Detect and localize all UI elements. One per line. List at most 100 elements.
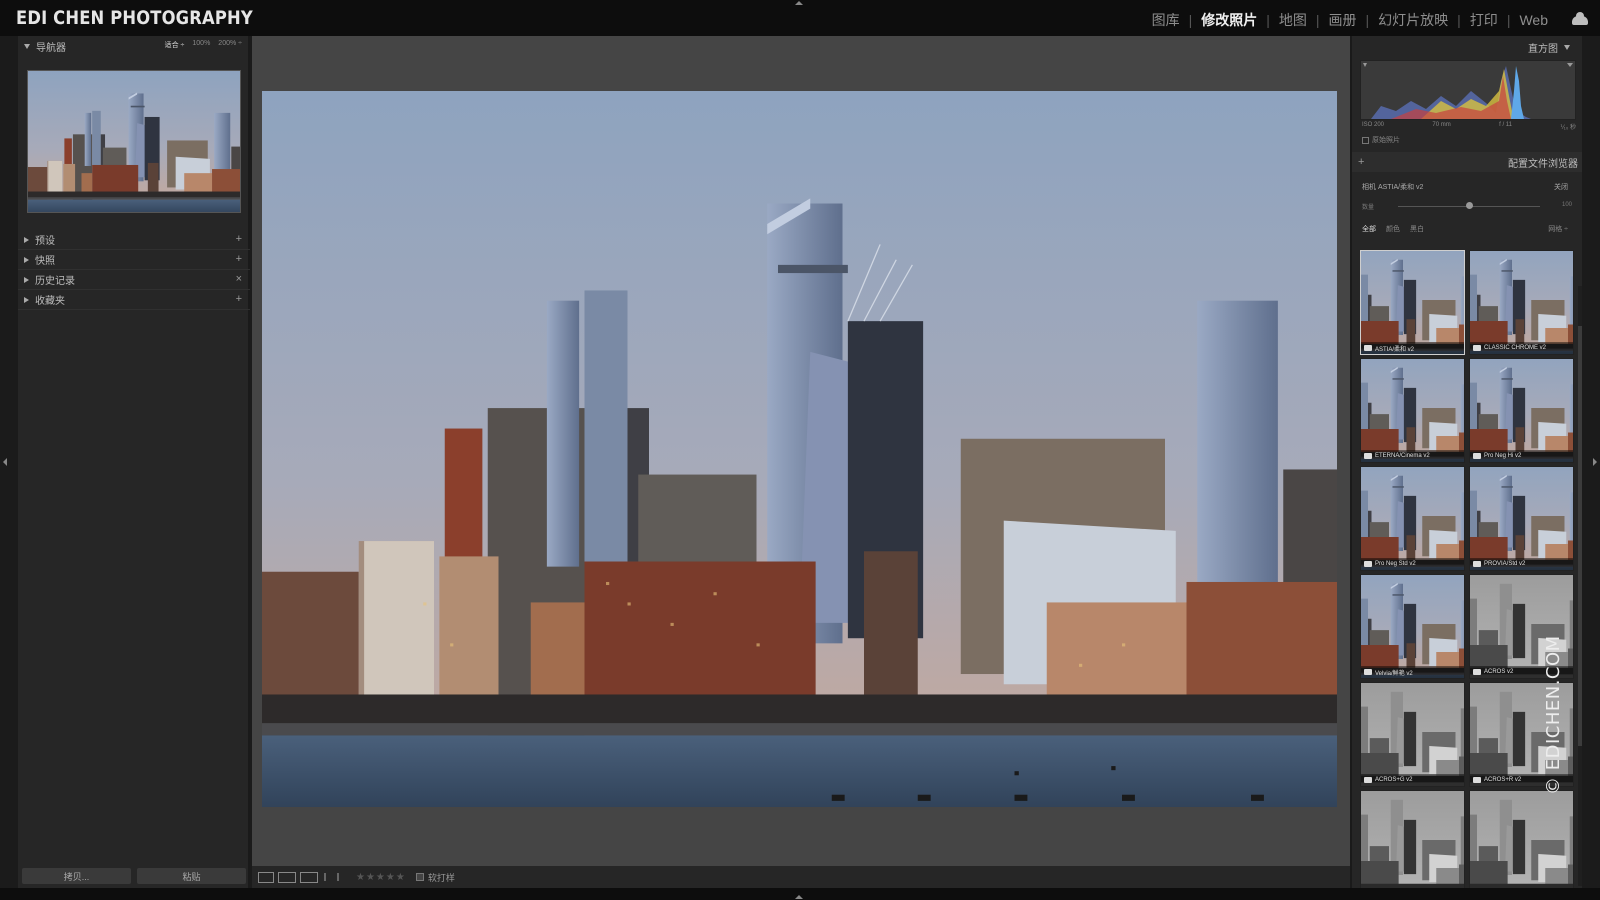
module-tab[interactable]: 打印: [1468, 10, 1500, 30]
section-action-icon[interactable]: +: [236, 253, 242, 265]
camera-icon: [1473, 561, 1481, 567]
original-photo-toggle[interactable]: 原始照片: [1362, 135, 1400, 145]
module-tab[interactable]: 修改照片: [1199, 10, 1259, 30]
camera-icon: [1473, 669, 1481, 675]
profile-scrollbar-thumb[interactable]: [1578, 326, 1582, 746]
profile-browser-header: + 配置文件浏览器: [1352, 152, 1582, 172]
softproof-label: 软打样: [427, 872, 455, 883]
star-rating[interactable]: ★★★★★: [356, 872, 406, 883]
module-tab[interactable]: 地图: [1277, 10, 1309, 30]
profile-label: Pro Neg Hi v2: [1484, 453, 1522, 459]
profile-thumbnail-image: [1470, 467, 1573, 570]
filter-bw[interactable]: 黑白: [1410, 224, 1424, 234]
profile-thumbnail[interactable]: [1360, 790, 1465, 888]
before-after-icon[interactable]: [278, 871, 296, 883]
navigator-header[interactable]: 导航器 适合 ÷ 100% 200% ÷: [18, 36, 248, 56]
histogram[interactable]: [1360, 60, 1576, 120]
left-section-header[interactable]: 预设 +: [18, 230, 250, 250]
filter-all[interactable]: 全部: [1362, 224, 1376, 234]
profile-label: ACROS v2: [1484, 669, 1514, 675]
profile-thumbnail[interactable]: ACROS+G v2: [1360, 682, 1465, 787]
profile-browser-title: 配置文件浏览器: [1508, 158, 1578, 170]
profile-thumbnail[interactable]: ASTIA/柔和 v2: [1360, 250, 1465, 355]
module-separator: |: [1188, 12, 1193, 28]
paste-button[interactable]: 粘贴: [137, 868, 246, 884]
module-tab[interactable]: Web: [1517, 12, 1550, 28]
profile-label: ACROS+R v2: [1484, 777, 1522, 783]
zoom-200[interactable]: 200% ÷: [218, 40, 242, 50]
left-section-header[interactable]: 收藏夹 +: [18, 290, 250, 310]
cloud-sync-icon[interactable]: [1572, 12, 1588, 25]
zoom-100[interactable]: 100%: [192, 40, 210, 50]
loupe-view-icon[interactable]: [258, 871, 274, 883]
zoom-fit[interactable]: 适合 ÷: [165, 40, 185, 50]
reject-flag-icon[interactable]: [337, 873, 344, 881]
module-picker: 图库 | 修改照片 | 地图 | 画册 | 幻灯片放映 | 打印 | Web: [1150, 10, 1550, 30]
amount-slider-knob[interactable]: [1466, 202, 1473, 209]
profile-thumbnail-image: [1361, 791, 1464, 888]
profile-thumbnail[interactable]: ETERNA/Cinema v2: [1360, 358, 1465, 463]
profile-label: ASTIA/柔和 v2: [1375, 346, 1415, 353]
amount-value[interactable]: 100: [1562, 202, 1572, 208]
main-photo[interactable]: [262, 91, 1337, 807]
left-section-header[interactable]: 快照 +: [18, 250, 250, 270]
camera-icon: [1364, 669, 1372, 675]
profile-label: PROVIA/Std v2: [1484, 561, 1526, 567]
profile-thumbnail-image: [1470, 791, 1573, 888]
left-panel-sections: 预设 + 快照 + 历史记录 × 收藏夹 +: [18, 230, 250, 310]
profile-thumbnail-caption: Pro Neg Std v2: [1361, 558, 1464, 570]
expand-triangle-icon: [24, 296, 29, 303]
profile-label: ACROS+G v2: [1375, 777, 1413, 783]
navigator-preview[interactable]: [27, 70, 241, 213]
section-action-icon[interactable]: ×: [236, 273, 242, 285]
camera-icon: [1473, 777, 1481, 783]
left-panel-toggle-icon[interactable]: [3, 458, 7, 466]
left-section-label: 历史记录: [35, 276, 75, 287]
filter-color[interactable]: 颜色: [1386, 224, 1400, 234]
current-profile-name: 相机 ASTIA/柔和 v2: [1362, 184, 1424, 191]
profile-thumbnail[interactable]: [1469, 790, 1574, 888]
left-section-label: 预设: [35, 236, 55, 247]
right-panel-toggle-icon[interactable]: [1593, 458, 1597, 466]
main-image-area: [252, 36, 1350, 866]
top-panel-toggle-icon[interactable]: [795, 1, 803, 5]
original-photo-checkbox[interactable]: [1362, 136, 1369, 144]
profile-thumbnail-caption: ETERNA/Cinema v2: [1361, 450, 1464, 462]
watermark: © EDICHEN.COM: [1543, 635, 1564, 795]
profile-thumbnail[interactable]: Velvia/鲜艳 v2: [1360, 574, 1465, 679]
section-action-icon[interactable]: +: [236, 293, 242, 305]
profile-thumbnail[interactable]: PROVIA/Std v2: [1469, 466, 1574, 571]
module-tab[interactable]: 幻灯片放映: [1376, 10, 1450, 30]
profile-thumbnail[interactable]: Pro Neg Hi v2: [1469, 358, 1574, 463]
module-separator: |: [1365, 12, 1370, 28]
profile-label: Velvia/鲜艳 v2: [1375, 670, 1413, 677]
camera-icon: [1364, 453, 1372, 459]
module-tab[interactable]: 图库: [1150, 10, 1182, 30]
navigator-title: 导航器: [36, 42, 66, 54]
filmstrip-toggle-icon[interactable]: [795, 895, 803, 899]
profile-thumbnail[interactable]: Pro Neg Std v2: [1360, 466, 1465, 571]
profile-filter-tabs: 全部 颜色 黑白: [1362, 224, 1424, 234]
module-tab[interactable]: 画册: [1327, 10, 1359, 30]
camera-icon: [1473, 345, 1481, 351]
camera-icon: [1364, 345, 1372, 351]
section-action-icon[interactable]: +: [236, 233, 242, 245]
profile-thumbnail-caption: PROVIA/Std v2: [1470, 558, 1573, 570]
histogram-header[interactable]: 直方图: [1528, 40, 1576, 55]
flag-icon[interactable]: [324, 873, 331, 881]
profile-thumbnail-image: [1361, 575, 1464, 678]
amount-label: 数量: [1362, 205, 1375, 211]
softproof-checkbox[interactable]: [415, 873, 424, 881]
add-profile-icon[interactable]: +: [1358, 156, 1364, 168]
view-mode-select[interactable]: 网格 ÷: [1548, 224, 1568, 234]
profile-close-button[interactable]: 关闭: [1554, 182, 1568, 192]
profile-thumbnail-image: [1470, 251, 1573, 354]
left-section-header[interactable]: 历史记录 ×: [18, 270, 250, 290]
copy-button[interactable]: 拷贝...: [22, 868, 131, 884]
iso-value: ISO 200: [1362, 122, 1385, 128]
before-after-split-icon[interactable]: [300, 871, 318, 883]
profile-thumbnail[interactable]: CLASSIC CHROME v2: [1469, 250, 1574, 355]
profile-thumbnail-image: [1361, 359, 1464, 462]
navigator-zoom-options: 适合 ÷ 100% 200% ÷: [165, 40, 242, 50]
profile-thumbnail-caption: Pro Neg Hi v2: [1470, 450, 1573, 462]
